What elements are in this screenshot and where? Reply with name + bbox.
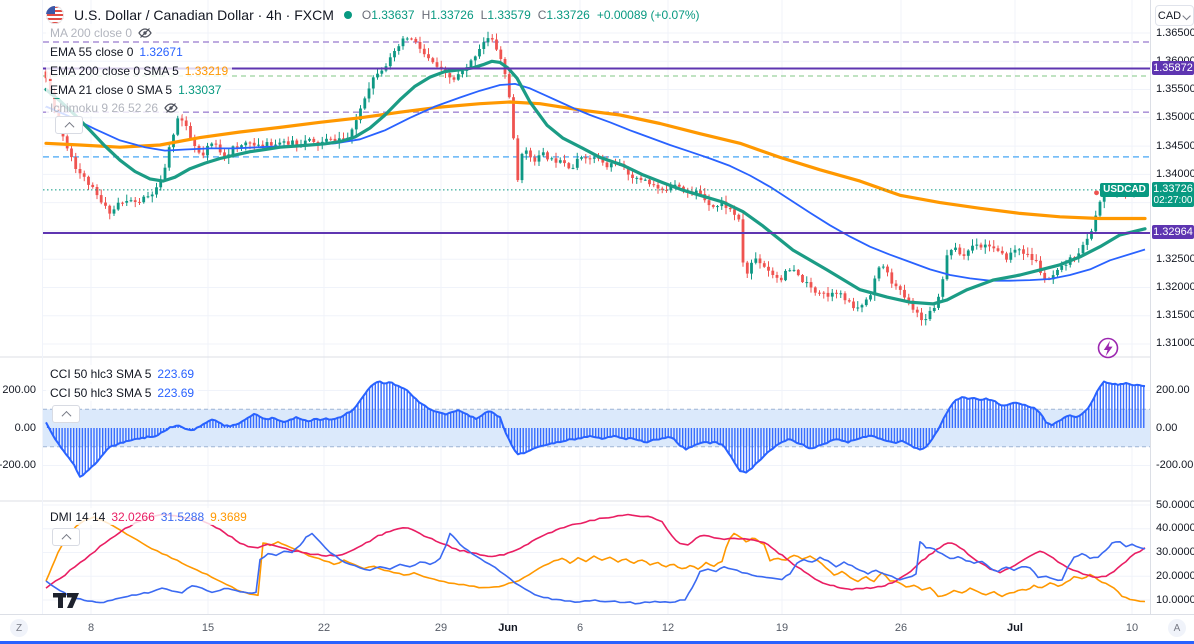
dmi-pane-collapse-button[interactable] — [52, 528, 80, 546]
symbol-title[interactable]: U.S. Dollar / Canadian Dollar · 4h · FXC… — [74, 7, 334, 23]
legend-ema200[interactable]: EMA 200 close 0 SMA 5 1.33219 — [46, 62, 233, 79]
cci-left-axis-label: -200.00 — [0, 459, 36, 471]
ohlc-readout: O1.33637 H1.33726 L1.33579 C1.33726 +0.0… — [362, 8, 700, 22]
timezone-button[interactable]: Z — [10, 619, 28, 637]
legend-ema55-value: 1.32671 — [139, 44, 183, 59]
time-axis-tick: 22 — [317, 622, 331, 634]
time-axis-tick: 26 — [894, 622, 908, 634]
cci-pane — [43, 380, 1150, 478]
last-tick-dot-icon — [1094, 190, 1099, 196]
price-axis-label: 1.32000 — [1156, 280, 1194, 293]
cci-axis-label: 200.00 — [1156, 384, 1190, 396]
legend-cci2-value: 223.69 — [157, 385, 195, 400]
legend-dmi-plusdi-value: 31.5288 — [160, 509, 205, 524]
legend-dmi-minusdi-value: 9.3689 — [210, 509, 247, 524]
cci-axis-label: 0.00 — [1156, 421, 1178, 434]
dmi-axis-label: 50.0000 — [1156, 498, 1194, 511]
legend-cci1-label: CCI 50 hlc3 SMA 5 — [50, 366, 152, 381]
legend-dmi[interactable]: DMI 14 14 32.0266 31.5288 9.3689 — [46, 508, 251, 525]
time-axis[interactable]: Z A 8 15 22 29 Jun 6 12 19 26 Jul 10 — [0, 614, 1194, 641]
legend-ema21-value: 1.33037 — [178, 82, 222, 97]
legend-cci1-value: 223.69 — [157, 366, 195, 381]
legend-ma200[interactable]: MA 200 close 0 — [46, 24, 157, 41]
price-axis-label: 1.32500 — [1156, 252, 1194, 265]
right-price-axis[interactable]: CAD 1.365001.360001.355001.350001.345001… — [1150, 0, 1194, 614]
legend-ema200-value: 1.33219 — [184, 63, 229, 78]
price-axis-label: 1.36500 — [1156, 26, 1194, 39]
chevron-down-icon — [1182, 11, 1191, 20]
time-axis-tick: 10 — [1125, 622, 1139, 634]
time-axis-tick: 15 — [201, 622, 215, 634]
left-price-axis[interactable]: 200.00 0.00 -200.00 — [0, 0, 42, 614]
dmi-axis-label: 40.0000 — [1156, 522, 1194, 535]
legend-ichimoku[interactable]: Ichimoku 9 26 52 26 — [46, 99, 183, 116]
legend-ema21[interactable]: EMA 21 close 0 SMA 5 1.33037 — [46, 81, 226, 98]
price-axis-label: 1.34000 — [1156, 167, 1194, 180]
price-axis-label: 1.35000 — [1156, 111, 1194, 124]
eye-slash-icon[interactable] — [164, 101, 178, 115]
ohlc-close-value: 1.33726 — [546, 8, 590, 22]
legend-dmi-adx-value: 32.0266 — [111, 509, 155, 524]
price-axis-label: 1.31000 — [1156, 337, 1194, 350]
time-axis-tick: Jun — [498, 622, 518, 634]
dmi-axis-label: 10.0000 — [1156, 593, 1194, 606]
legend-ma200-label: MA 200 close 0 — [50, 25, 133, 40]
cci-left-axis-label: 200.00 — [2, 384, 36, 396]
price-badge: 1.32964 — [1152, 224, 1194, 239]
legend-cci-2[interactable]: CCI 50 hlc3 SMA 5 223.69 — [46, 384, 199, 401]
legend-ema200-label: EMA 200 close 0 SMA 5 — [50, 63, 179, 78]
ohlc-low-value: 1.33579 — [487, 8, 531, 22]
market-open-dot-icon — [343, 11, 352, 19]
symbol-price-flag: USDCAD — [1100, 182, 1149, 197]
ohlc-open-key: O — [361, 8, 372, 22]
ohlc-high-key: H — [421, 8, 431, 22]
dmi-axis-label: 20.0000 — [1156, 569, 1194, 582]
auto-scale-button[interactable]: A — [1168, 619, 1186, 637]
legend-ichimoku-label: Ichimoku 9 26 52 26 — [50, 100, 159, 115]
price-change: +0.00089 (+0.07%) — [596, 8, 700, 22]
us-flag-icon[interactable] — [46, 6, 64, 24]
legend-ema55-label: EMA 55 close 0 — [50, 44, 134, 59]
cci-pane-collapse-button[interactable] — [52, 405, 80, 423]
legend-dmi-label: DMI 14 14 — [50, 509, 106, 524]
price-axis-label: 1.31500 — [1156, 309, 1194, 322]
time-axis-tick: 12 — [661, 622, 675, 634]
currency-label: CAD — [1157, 9, 1182, 22]
price-axis-label: 1.35500 — [1156, 83, 1194, 96]
legend-ema21-label: EMA 21 close 0 SMA 5 — [50, 82, 173, 97]
price-axis-label: 1.34500 — [1156, 139, 1194, 152]
price-badge: 1.33726 02:27:00 — [1152, 181, 1194, 207]
cci-axis-label: -200.00 — [1156, 459, 1194, 471]
symbol-header: U.S. Dollar / Canadian Dollar · 4h · FXC… — [46, 6, 700, 24]
dmi--di-line — [45, 516, 1146, 603]
cci-left-axis-label: 0.00 — [14, 421, 36, 434]
legend-cci2-label: CCI 50 hlc3 SMA 5 — [50, 385, 152, 400]
main-pane-collapse-button[interactable] — [55, 116, 83, 134]
legend-ema55[interactable]: EMA 55 close 0 1.32671 — [46, 43, 187, 60]
time-axis-tick: 6 — [576, 622, 584, 634]
time-axis-tick: 8 — [87, 622, 95, 634]
legend-cci-1[interactable]: CCI 50 hlc3 SMA 5 223.69 — [46, 365, 199, 382]
dmi-axis-label: 30.0000 — [1156, 546, 1194, 558]
eye-slash-icon[interactable] — [138, 26, 152, 40]
time-axis-tick: Jul — [1007, 622, 1023, 634]
time-axis-tick: 29 — [434, 622, 448, 634]
countdown-timer: 02:27:00 — [1153, 194, 1193, 206]
ohlc-high-value: 1.33726 — [430, 8, 474, 22]
time-axis-tick: 19 — [775, 622, 789, 634]
instant-order-lightning-button[interactable] — [1097, 337, 1119, 359]
ohlc-open-value: 1.33637 — [371, 8, 415, 22]
currency-selector-button[interactable]: CAD — [1155, 5, 1194, 26]
price-badge: 1.35872 — [1152, 60, 1194, 75]
dmi-pane — [45, 513, 1146, 605]
tradingview-chart-window: U.S. Dollar / Canadian Dollar · 4h · FXC… — [0, 0, 1194, 644]
